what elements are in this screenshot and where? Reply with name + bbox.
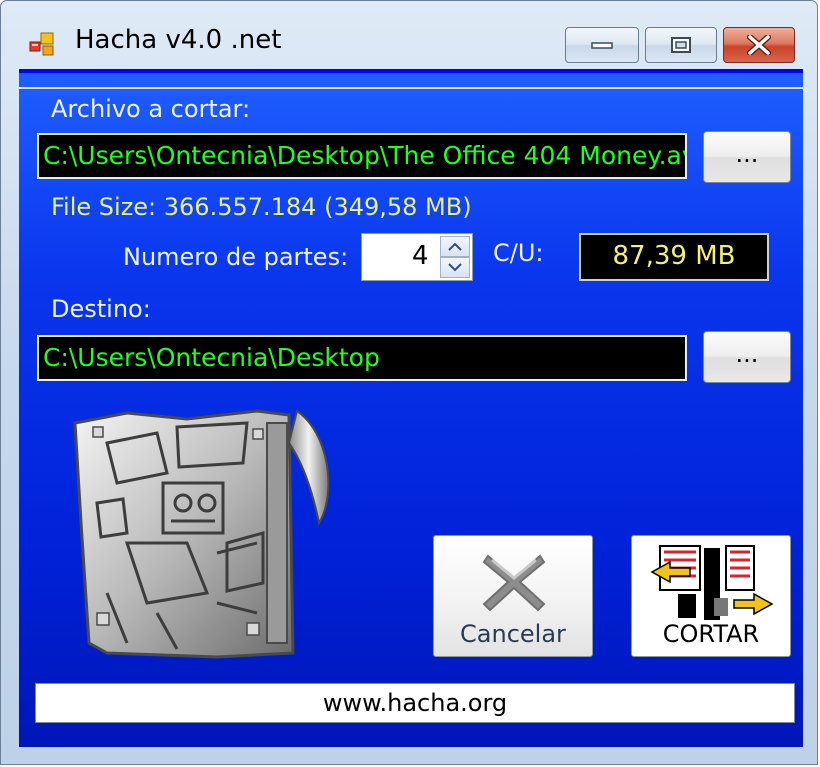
website-link[interactable]: www.hacha.org <box>35 683 795 723</box>
parts-label: Numero de partes: <box>123 243 349 271</box>
divider <box>19 87 803 89</box>
window-title: Hacha v4.0 .net <box>75 25 282 55</box>
source-path-field[interactable]: C:\Users\Ontecnia\Desktop\The Office 404… <box>37 133 687 179</box>
cancel-button[interactable]: Cancelar <box>433 535 593 657</box>
close-icon <box>747 35 771 55</box>
minimize-button[interactable] <box>565 27 639 63</box>
cancel-label: Cancelar <box>460 620 566 648</box>
destination-path-field[interactable]: C:\Users\Ontecnia\Desktop <box>37 335 687 381</box>
source-browse-button[interactable]: ... <box>703 131 791 183</box>
chevron-up-icon <box>448 242 462 251</box>
cortar-label: CORTAR <box>662 620 760 648</box>
parts-value[interactable]: 4 <box>412 241 429 271</box>
app-window: Hacha v4.0 .net Archivo a cortar: C:\Use… <box>0 0 818 765</box>
spin-down-button[interactable] <box>440 257 470 278</box>
maximize-icon <box>671 37 691 53</box>
split-files-icon <box>650 545 774 620</box>
cu-label: C/U: <box>493 239 544 267</box>
main-panel: Archivo a cortar: C:\Users\Ontecnia\Desk… <box>19 69 803 747</box>
spin-up-button[interactable] <box>440 236 470 257</box>
source-label: Archivo a cortar: <box>51 95 251 123</box>
destination-browse-button[interactable]: ... <box>703 331 791 383</box>
cancel-x-icon <box>482 554 546 612</box>
hacha-logo-image <box>73 409 330 659</box>
title-bar[interactable]: Hacha v4.0 .net <box>1 1 817 69</box>
maximize-button[interactable] <box>645 27 717 63</box>
close-button[interactable] <box>723 27 795 63</box>
minimize-icon <box>591 42 613 49</box>
app-icon <box>29 32 54 56</box>
parts-stepper[interactable]: 4 <box>361 233 473 281</box>
destination-label: Destino: <box>51 295 151 323</box>
chevron-down-icon <box>448 263 462 272</box>
cortar-button[interactable]: CORTAR <box>631 535 791 657</box>
file-size-text: File Size: 366.557.184 (349,58 MB) <box>51 193 472 221</box>
spin-control <box>440 236 470 278</box>
cu-value-box: 87,39 MB <box>579 233 769 281</box>
